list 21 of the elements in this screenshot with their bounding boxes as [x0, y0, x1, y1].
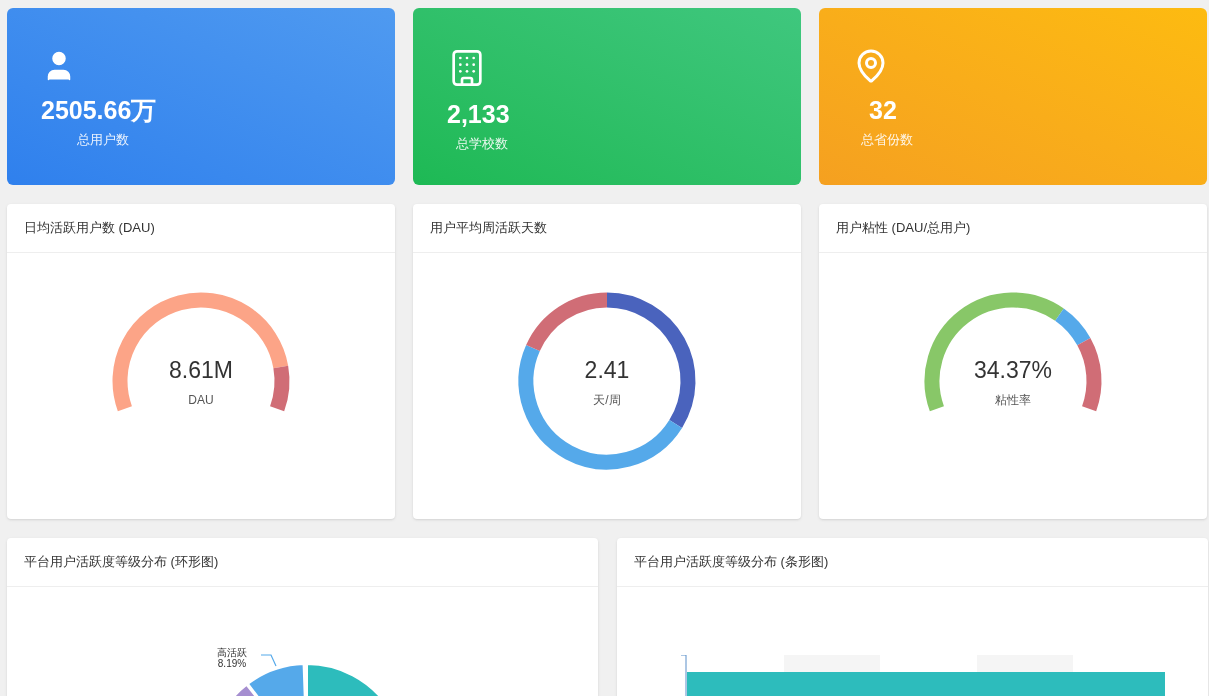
gauge-value: 34.37% [974, 355, 1052, 385]
card-title: 平台用户活跃度等级分布 (环形图) [24, 553, 219, 572]
card-title: 日均活跃用户数 (DAU) [24, 219, 155, 238]
card-title: 用户粘性 (DAU/总用户) [836, 219, 971, 238]
gauge-label: 粘性率 [995, 392, 1031, 410]
gauge-value: 2.41 [584, 355, 630, 385]
gauge-value: 8.61M [169, 355, 233, 385]
stat-label: 总用户数 [76, 130, 129, 149]
stat-value: 2505.66万 [41, 95, 157, 126]
stat-value: 2,133 [447, 99, 510, 130]
slice-label: 高活跃 [217, 647, 247, 658]
stat-label: 总省份数 [861, 130, 913, 149]
leader-line [261, 654, 278, 667]
gauge-label: 天/周 [593, 392, 621, 410]
stat-label: 总学校数 [456, 134, 509, 153]
card-title: 用户平均周活跃天数 [430, 219, 547, 238]
stat-value: 32 [869, 95, 897, 126]
axis-line [681, 655, 687, 696]
slice-value: 8.19% [217, 658, 247, 669]
card-title: 平台用户活跃度等级分布 (条形图) [634, 553, 829, 572]
gauge-label: DAU [188, 392, 214, 410]
